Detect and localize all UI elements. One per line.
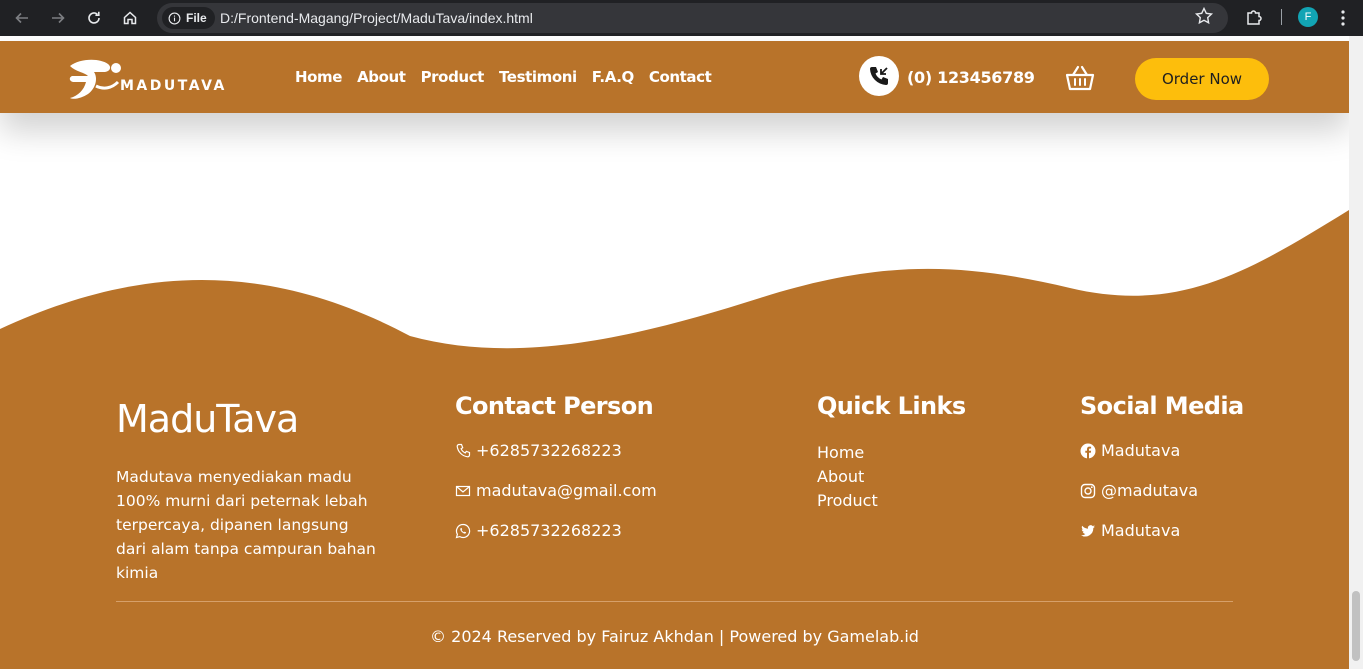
- quick-link-home[interactable]: Home: [817, 441, 878, 465]
- shopping-basket-icon[interactable]: [1065, 64, 1095, 92]
- page-viewport: MADUTAVA Home About Product Testimoni F.…: [0, 36, 1349, 669]
- bookmark-star-icon[interactable]: [1194, 6, 1214, 26]
- instagram-icon: [1080, 483, 1096, 498]
- copyright-text: © 2024 Reserved by Fairuz Akhdan | Power…: [430, 627, 919, 646]
- instagram-label: @madutava: [1101, 481, 1199, 500]
- contact-person-heading: Contact Person: [455, 392, 654, 420]
- contact-phone[interactable]: +6285732268223: [455, 441, 622, 460]
- social-instagram[interactable]: @madutava: [1080, 481, 1198, 500]
- contact-email[interactable]: madutava@gmail.com: [455, 481, 657, 500]
- whatsapp-icon: [455, 523, 471, 538]
- nav-link-faq[interactable]: F.A.Q: [592, 68, 634, 86]
- arrow-left-icon: [15, 12, 28, 24]
- footer-brand-title: MaduTava: [116, 397, 299, 441]
- contact-whatsapp[interactable]: +6285732268223: [455, 521, 622, 540]
- madutava-logo-mark: [69, 59, 121, 99]
- quick-links-list: Home About Product: [817, 441, 878, 513]
- brand-name: MADUTAVA: [120, 78, 227, 94]
- site-info-label: File: [186, 11, 207, 25]
- url-text[interactable]: D:/Frontend-Magang/Project/MaduTava/inde…: [220, 10, 533, 26]
- site-navbar: MADUTAVA Home About Product Testimoni F.…: [0, 41, 1349, 113]
- forward-button[interactable]: [46, 6, 70, 30]
- quick-link-product[interactable]: Product: [817, 489, 878, 513]
- home-button[interactable]: [118, 6, 142, 30]
- browser-toolbar: File D:/Frontend-Magang/Project/MaduTava…: [0, 0, 1363, 36]
- phone-number: (0) 123456789: [907, 68, 1035, 87]
- nav-link-contact[interactable]: Contact: [649, 68, 712, 86]
- brand-logo[interactable]: MADUTAVA: [66, 56, 227, 102]
- facebook-label: Madutava: [1101, 441, 1181, 460]
- arrow-right-icon: [52, 12, 65, 24]
- incoming-call-icon: [870, 67, 888, 85]
- toolbar-divider: [1281, 9, 1282, 25]
- phone-icon: [456, 443, 471, 457]
- social-twitter[interactable]: Madutava: [1080, 521, 1180, 540]
- extensions-puzzle-icon[interactable]: [1244, 7, 1264, 27]
- footer-description: Madutava menyediakan madu 100% murni dar…: [116, 468, 376, 582]
- reload-button[interactable]: [82, 6, 106, 30]
- page-scrollbar[interactable]: [1349, 36, 1363, 669]
- quick-links-heading: Quick Links: [817, 392, 966, 420]
- nav-link-product[interactable]: Product: [421, 68, 485, 86]
- scrollbar-thumb[interactable]: [1352, 591, 1360, 661]
- quick-link-about[interactable]: About: [817, 465, 878, 489]
- nav-link-about[interactable]: About: [357, 68, 406, 86]
- kebab-menu-icon[interactable]: [1335, 8, 1351, 28]
- facebook-icon: [1080, 443, 1096, 458]
- contact-phone-text: +6285732268223: [476, 441, 622, 460]
- envelope-icon: [455, 485, 471, 496]
- nav-link-home[interactable]: Home: [295, 68, 342, 86]
- nav-link-testimoni[interactable]: Testimoni: [499, 68, 577, 86]
- twitter-icon: [1081, 524, 1095, 536]
- address-bar[interactable]: File D:/Frontend-Magang/Project/MaduTava…: [157, 3, 1228, 33]
- home-icon: [123, 11, 137, 25]
- social-facebook[interactable]: Madutava: [1080, 441, 1180, 460]
- profile-avatar[interactable]: F: [1298, 7, 1318, 27]
- order-now-button[interactable]: Order Now: [1135, 58, 1269, 100]
- contact-whatsapp-text: +6285732268223: [476, 521, 622, 540]
- twitter-label: Madutava: [1101, 521, 1181, 540]
- footer-divider: [116, 601, 1233, 602]
- reload-icon: [88, 11, 100, 24]
- nav-links: Home About Product Testimoni F.A.Q Conta…: [295, 68, 712, 86]
- phone-call-button[interactable]: [859, 56, 899, 96]
- contact-email-text: madutava@gmail.com: [476, 481, 657, 500]
- info-icon: [168, 12, 181, 24]
- social-media-heading: Social Media: [1080, 392, 1244, 420]
- site-info-chip[interactable]: File: [162, 7, 215, 29]
- back-button[interactable]: [10, 6, 34, 30]
